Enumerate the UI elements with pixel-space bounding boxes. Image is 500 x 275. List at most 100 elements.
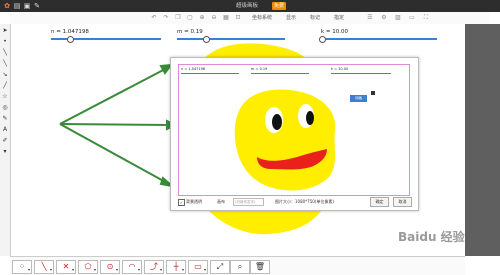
lines-tool[interactable]: ╲ ▾ [34, 260, 54, 274]
transparent-bg-checkbox[interactable]: ✓ [178, 199, 185, 206]
pen-tool-icon[interactable]: ✎ [1, 114, 9, 123]
fit-icon[interactable]: ⊡ [234, 14, 242, 22]
left-toolbar: ➤ • ╲ ╲ ↘ ╱ ☆ ◎ ✎ A ✐ ▾ [0, 24, 11, 256]
window-icon[interactable]: ▭ [408, 14, 416, 22]
transform-icon: ⤢ [216, 262, 224, 271]
name-input[interactable]: (可用作名字) [233, 198, 264, 206]
menu-display[interactable]: 显示 [286, 14, 296, 22]
left-pupil [272, 114, 282, 130]
transform-tool[interactable]: ⤢ [210, 260, 230, 274]
app-title: 超级画板 [236, 3, 259, 9]
ok-button[interactable]: 确定 [370, 197, 389, 207]
transparent-bg-label: 背景透明 [186, 199, 202, 204]
dialog-slider-k[interactable]: k = 10.00 [331, 67, 391, 75]
zoom-tool[interactable]: ⌕ [230, 260, 250, 274]
circle-tool[interactable]: ⊙ ▾ [100, 260, 120, 274]
point-tool-icon[interactable]: • [1, 37, 9, 46]
anim-dot [371, 91, 375, 95]
line-icon: ╲ [41, 262, 47, 271]
dialog-slider-m[interactable]: m = 0.19 [251, 67, 309, 75]
dialog-slider-k-track[interactable] [331, 73, 391, 74]
menu-coordinate[interactable]: 坐标系统 [252, 14, 272, 22]
dialog-slider-n-label: n = 1.047198 [181, 67, 206, 71]
ruler-icon: ▭ [194, 262, 202, 271]
layers-icon[interactable]: ☰ [366, 14, 374, 22]
zoom-in-icon[interactable]: ⊕ [198, 14, 206, 22]
trash-icon: 🗑 [254, 262, 266, 271]
preview-drawing [234, 89, 375, 191]
slider-m-knob[interactable] [203, 36, 210, 43]
slider-k[interactable]: k = 10.00 [319, 28, 437, 43]
dialog-slider-n[interactable]: n = 1.047198 [181, 67, 239, 75]
arc-icon: ◠ [128, 262, 136, 271]
cancel-button[interactable]: 取消 [393, 197, 412, 207]
delete-tool[interactable]: 🗑 [250, 260, 270, 274]
curve-tool[interactable]: ⤴ ▾ [144, 260, 164, 274]
dialog-preview: n = 1.047198 m = 0.19 k = 10.00 动画 [178, 64, 410, 196]
animate-button[interactable]: 动画 [350, 95, 367, 102]
dialog-slider-k-label: k = 10.00 [331, 67, 349, 71]
slider-m-track[interactable] [177, 38, 285, 40]
line-tool-icon[interactable]: ╲ [1, 48, 9, 57]
cross-icon: ✕ [62, 262, 70, 271]
bottom-toolbar: ⁘ ▾ ╲ ▾ ✕ ▾ ⬠ ▾ ⊙ ▾ ◠ ▾ ⤴ ▾ ┼ ▾ ▭ ▾ ⤢ ⌕ 🗑 [10, 256, 465, 275]
name-label: 画布 [217, 199, 225, 204]
slider-n[interactable]: n = 1.047198 [51, 28, 161, 43]
polygon-tool[interactable]: ⬠ ▾ [78, 260, 98, 274]
slider-m-label: m = 0.19 [177, 29, 203, 35]
vector-tool-icon[interactable]: ╱ [1, 81, 9, 90]
settings-icon[interactable]: ✎ [33, 2, 41, 10]
free-badge: 免费 [272, 2, 286, 10]
points-tool[interactable]: ⁘ ▾ [12, 260, 32, 274]
circle-icon: ⊙ [106, 262, 114, 271]
slider-k-track[interactable] [321, 38, 437, 40]
intersect-tool[interactable]: ✕ ▾ [56, 260, 76, 274]
zoom-out-icon[interactable]: ⊖ [210, 14, 218, 22]
more-tools-icon[interactable]: ▾ [1, 147, 9, 156]
undo-icon[interactable]: ↶ [150, 14, 158, 22]
segment-tool-icon[interactable]: ╲ [1, 59, 9, 68]
image-icon[interactable]: ▨ [394, 14, 402, 22]
circle-tool-icon[interactable]: ◎ [1, 103, 9, 112]
title-bar: ✿ ▤ ▣ ✎ 超级画板 免费 [0, 0, 500, 12]
axes-tool[interactable]: ┼ ▾ [166, 260, 186, 274]
pointer-icon[interactable]: ➤ [1, 26, 9, 35]
slider-k-knob[interactable] [319, 36, 326, 43]
dialog-slider-m-track[interactable] [251, 73, 309, 74]
slider-n-label: n = 1.047198 [51, 29, 89, 35]
gear-icon[interactable]: ⚙ [380, 14, 388, 22]
file-icon[interactable]: ▤ [13, 2, 21, 10]
dialog-slider-n-track[interactable] [181, 73, 239, 74]
dialog-slider-m-label: m = 0.19 [251, 67, 268, 71]
export-image-dialog: n = 1.047198 m = 0.19 k = 10.00 动画 ✓ 背景透… [170, 57, 419, 211]
save-icon[interactable]: ▣ [23, 2, 31, 10]
face-shape [234, 89, 336, 191]
slider-k-label: k = 10.00 [321, 29, 349, 35]
menu-specify[interactable]: 指定 [334, 14, 344, 22]
magnifier-icon: ⌕ [237, 262, 243, 271]
arc-tool[interactable]: ◠ ▾ [122, 260, 142, 274]
right-pupil [306, 111, 314, 125]
polygon-tool-icon[interactable]: ☆ [1, 92, 9, 101]
slider-n-knob[interactable] [67, 36, 74, 43]
curve-icon: ⤴ [150, 262, 158, 271]
image-size-label: 图片大小：1080*750(单位像素) [275, 199, 334, 204]
fullscreen-icon[interactable]: ⛶ [422, 14, 430, 22]
copy-icon[interactable]: ❐ [174, 14, 182, 22]
text-tool-icon[interactable]: A [1, 125, 9, 134]
slider-m[interactable]: m = 0.19 [177, 28, 285, 43]
polygon-icon: ⬠ [84, 262, 92, 271]
measure-tool[interactable]: ▭ ▾ [188, 260, 208, 274]
arrow-group [59, 63, 178, 188]
menu-mark[interactable]: 标记 [310, 14, 320, 22]
logo-icon[interactable]: ✿ [3, 2, 11, 10]
brush-tool-icon[interactable]: ✐ [1, 136, 9, 145]
grid-icon[interactable]: ▦ [222, 14, 230, 22]
points-icon: ⁘ [18, 262, 26, 271]
redo-icon[interactable]: ↷ [162, 14, 170, 22]
ray-tool-icon[interactable]: ↘ [1, 70, 9, 79]
right-panel [465, 24, 500, 256]
paste-icon[interactable]: ▢ [186, 14, 194, 22]
axes-icon: ┼ [173, 262, 179, 271]
watermark: Baidu 经验 [398, 230, 465, 244]
